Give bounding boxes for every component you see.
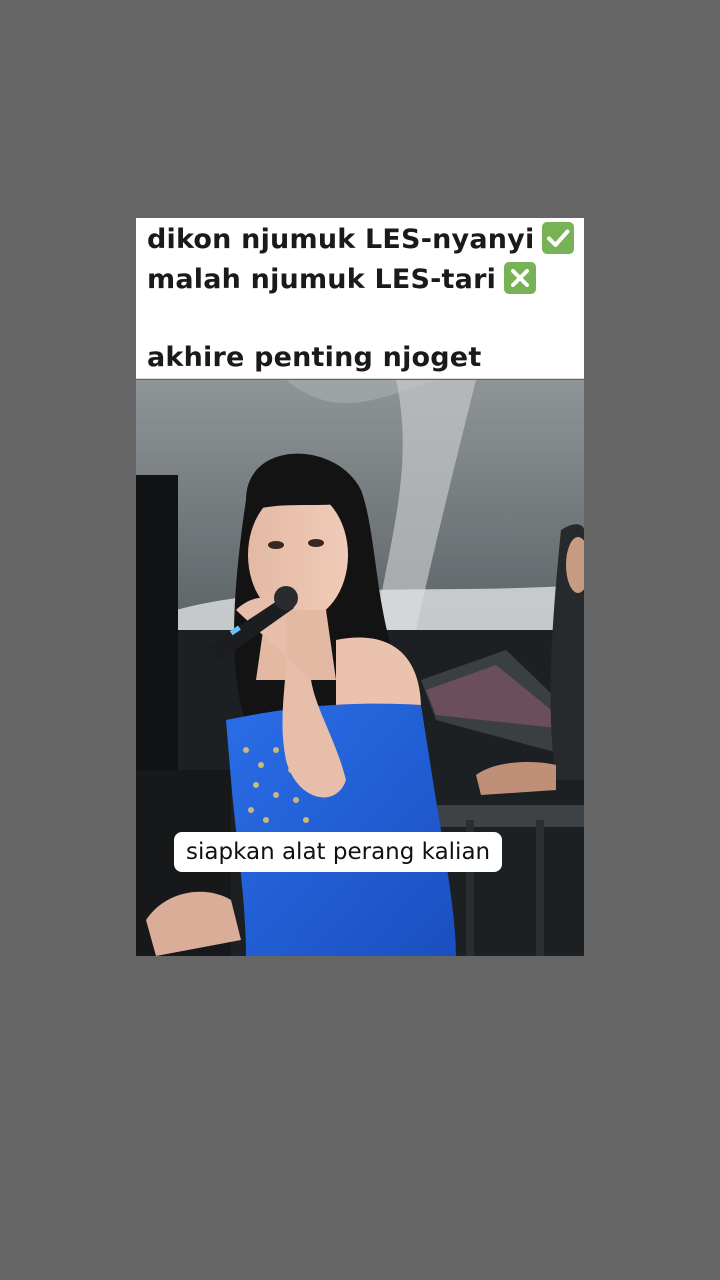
caption-line-1-text: dikon njumuk LES-nyanyi — [147, 224, 535, 255]
caption-line-3: akhire penting njoget — [147, 342, 482, 373]
subtitle-pill: siapkan alat perang kalian — [174, 832, 503, 872]
caption-box: dikon njumuk LES-nyanyi malah njumuk LES… — [136, 218, 584, 379]
caption-line-1: dikon njumuk LES-nyanyi — [147, 222, 575, 255]
check-mark-button-icon — [542, 222, 575, 254]
caption-line-2-text: malah njumuk LES-tari — [147, 264, 497, 295]
post-card[interactable]: dikon njumuk LES-nyanyi malah njumuk LES… — [136, 218, 584, 956]
video-frame[interactable]: siapkan alat perang kalian — [136, 380, 584, 956]
caption-line-2: malah njumuk LES-tari — [147, 262, 537, 295]
cross-mark-button-icon — [504, 262, 537, 294]
screen: dikon njumuk LES-nyanyi malah njumuk LES… — [0, 0, 720, 1280]
subtitle-text: siapkan alat perang kalian — [186, 839, 491, 865]
